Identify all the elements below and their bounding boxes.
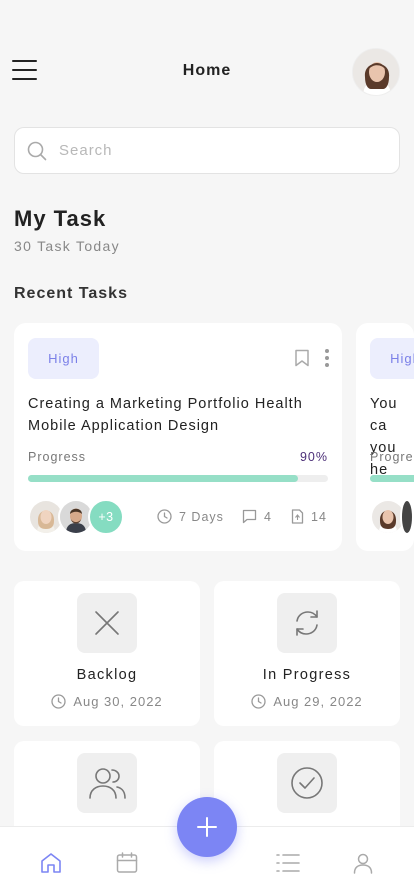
days-text: 7 Days xyxy=(179,509,224,524)
refresh-icon xyxy=(277,593,337,653)
comments-count[interactable]: 4 xyxy=(242,509,272,524)
search-input[interactable] xyxy=(59,142,359,159)
close-icon xyxy=(77,593,137,653)
task-title: Creating a Marketing Portfolio Health Mo… xyxy=(28,396,303,434)
extra-members-badge: +3 xyxy=(88,499,124,535)
category-name: In Progress xyxy=(262,667,352,683)
check-circle-icon xyxy=(277,753,337,813)
task-card[interactable]: High You cayou he Progre xyxy=(356,323,414,551)
progress-bar xyxy=(28,475,328,482)
search-bar[interactable] xyxy=(14,127,400,174)
comment-icon xyxy=(242,509,257,524)
task-card[interactable]: High Creating a Marketing Portfolio Heal… xyxy=(14,323,342,551)
calendar-icon[interactable] xyxy=(113,849,141,877)
category-date-text: Aug 29, 2022 xyxy=(273,694,363,709)
more-options-icon[interactable] xyxy=(325,349,331,367)
progress-value: 90% xyxy=(299,450,328,464)
files-text: 14 xyxy=(311,509,327,524)
bookmark-icon[interactable] xyxy=(294,349,310,367)
user-avatar[interactable] xyxy=(352,48,400,96)
section-title: My Task xyxy=(14,206,107,231)
category-name: Backlog xyxy=(76,667,138,683)
progress-bar xyxy=(370,475,414,482)
progress-fill xyxy=(28,475,298,482)
clock-icon xyxy=(251,694,266,709)
priority-badge: High xyxy=(370,338,414,379)
plus-icon xyxy=(197,817,217,837)
category-card-backlog[interactable]: Backlog Aug 30, 2022 xyxy=(14,581,200,726)
progress-fill xyxy=(370,475,414,482)
profile-icon[interactable] xyxy=(349,849,377,877)
recent-tasks-heading: Recent Tasks xyxy=(14,285,128,302)
comments-text: 4 xyxy=(264,509,272,524)
home-icon[interactable] xyxy=(37,849,65,877)
users-icon xyxy=(77,753,137,813)
member-avatar xyxy=(400,499,414,535)
list-icon[interactable] xyxy=(274,849,302,877)
category-date: Aug 30, 2022 xyxy=(14,694,200,709)
progress-label: Progre xyxy=(370,450,414,464)
clock-icon xyxy=(157,509,172,524)
category-date: Aug 29, 2022 xyxy=(214,694,400,709)
add-task-button[interactable] xyxy=(177,797,237,857)
category-date-text: Aug 30, 2022 xyxy=(73,694,163,709)
file-icon xyxy=(291,509,304,524)
progress-label: Progress xyxy=(28,450,87,464)
task-title: You ca you he xyxy=(370,393,414,481)
due-days: 7 Days xyxy=(157,509,224,524)
clock-icon xyxy=(51,694,66,709)
search-icon xyxy=(27,141,47,160)
app-header: Home xyxy=(0,46,414,98)
task-count: 30 Task Today xyxy=(14,238,120,254)
files-count[interactable]: 14 xyxy=(291,509,327,524)
priority-badge: High xyxy=(28,338,99,379)
category-card-in-progress[interactable]: In Progress Aug 29, 2022 xyxy=(214,581,400,726)
task-title-line-1: You ca xyxy=(370,396,398,434)
